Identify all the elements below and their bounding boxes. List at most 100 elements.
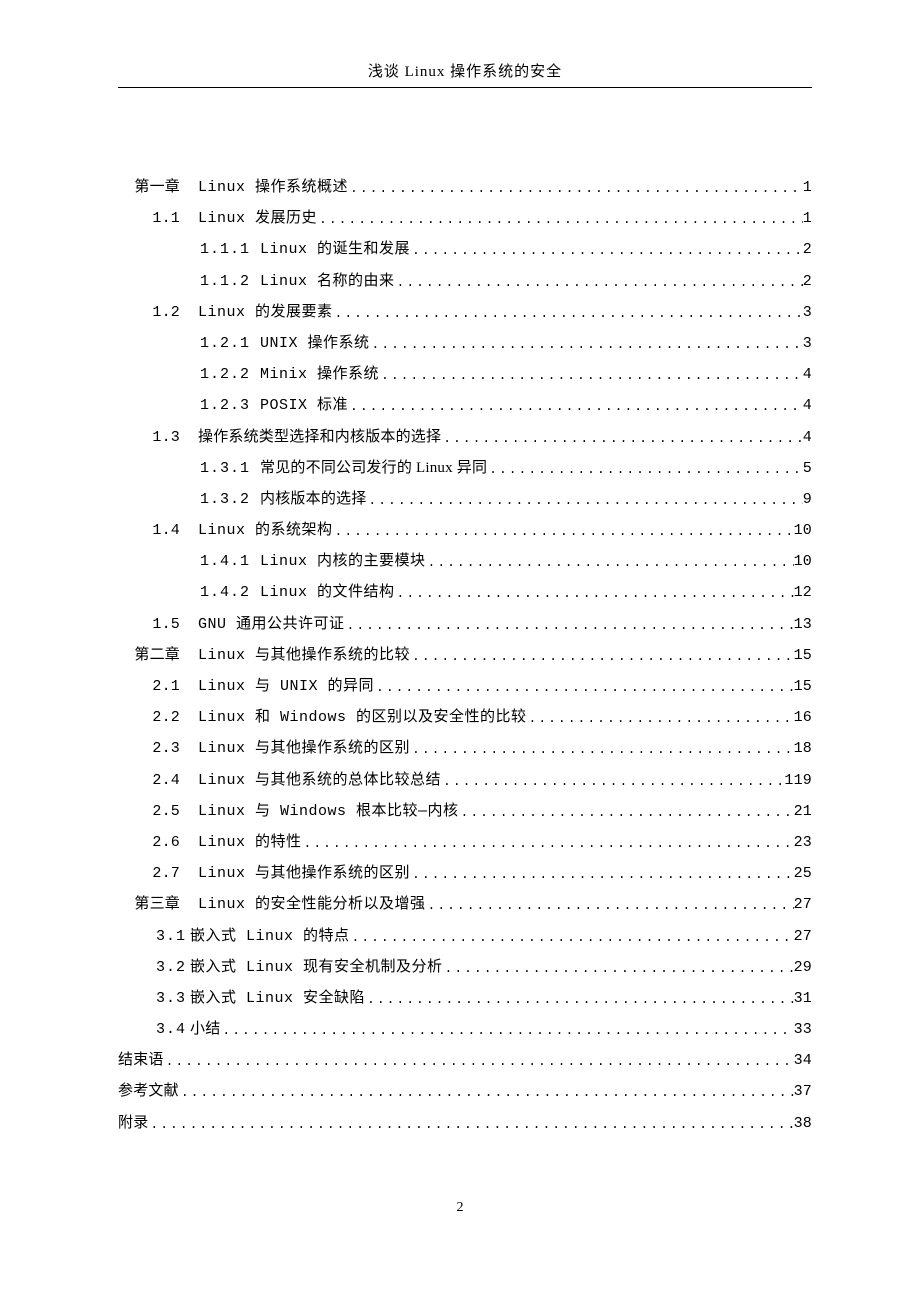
toc-leader [443, 955, 794, 982]
toc-entry-3-2: 3.2 嵌入式 Linux 现有安全机制及分析 29 [118, 952, 812, 983]
toc-number: 1.1.1 [200, 234, 250, 265]
toc-leader [374, 674, 794, 701]
toc-leader [370, 331, 803, 358]
toc-title: Linux 的文件结构 [260, 577, 395, 608]
toc-entry-1-2-2: 1.2.2 Minix 操作系统 4 [118, 359, 812, 390]
toc-leader [348, 175, 803, 202]
toc-leader [410, 861, 794, 888]
toc-title: 附录 [118, 1108, 148, 1139]
toc-entry-2-3: 2.3 Linux 与其他操作系统的区别 18 [118, 733, 812, 764]
toc-title: Linux 内核的主要模块 [260, 546, 426, 577]
toc-leader [333, 518, 794, 545]
toc-title: UNIX 操作系统 [260, 328, 370, 359]
toc-title: Linux 与 UNIX 的异同 [198, 671, 374, 702]
toc-title: 结束语 [118, 1045, 164, 1076]
toc-page: 10 [794, 546, 812, 577]
toc-title: 嵌入式 Linux 现有安全机制及分析 [190, 952, 443, 983]
toc-entry-1-1: 1.1 Linux 发展历史 1 [118, 203, 812, 234]
toc-number: 1.2 [118, 297, 180, 328]
toc-entry-1-4-2: 1.4.2 Linux 的文件结构 12 [118, 577, 812, 608]
toc-leader [345, 612, 794, 639]
toc-number: 3.2 [156, 952, 186, 983]
toc-number: 1.1.2 [200, 266, 250, 297]
toc-entry-1-4-1: 1.4.1 Linux 内核的主要模块 10 [118, 546, 812, 577]
toc-title: Linux 与其他操作系统的比较 [198, 640, 410, 671]
toc-page: 37 [794, 1076, 812, 1107]
toc-entry-1-2: 1.2 Linux 的发展要素 3 [118, 297, 812, 328]
toc-entry-ch2: 第二章 Linux 与其他操作系统的比较 15 [118, 640, 812, 671]
toc-entry-conclusion: 结束语 34 [118, 1045, 812, 1076]
toc-title: Linux 的安全性能分析以及增强 [198, 889, 426, 920]
toc-page: 1 [803, 172, 812, 203]
toc-page: 31 [794, 983, 812, 1014]
toc-number: 1.1 [118, 203, 180, 234]
toc-leader [395, 269, 803, 296]
toc-leader [441, 768, 784, 795]
toc-entry-2-5: 2.5 Linux 与 Windows 根本比较—内核 21 [118, 796, 812, 827]
toc-number: 1.2.1 [200, 328, 250, 359]
toc-title: Linux 的发展要素 [198, 297, 333, 328]
toc-title: Linux 的特性 [198, 827, 302, 858]
toc-title: Linux 名称的由来 [260, 266, 395, 297]
toc-entry-2-6: 2.6 Linux 的特性 23 [118, 827, 812, 858]
toc-page: 4 [803, 422, 812, 453]
page-number: 2 [0, 1200, 920, 1216]
toc-leader [302, 830, 794, 857]
toc-number: 3.1 [156, 921, 186, 952]
toc-leader [410, 643, 794, 670]
toc-number: 2.5 [118, 796, 180, 827]
toc-page: 2 [803, 234, 812, 265]
toc-leader [527, 705, 794, 732]
toc-leader [164, 1048, 794, 1075]
toc-number: 第二章 [118, 640, 180, 671]
toc-title: 小结 [190, 1014, 220, 1045]
toc-page: 15 [794, 640, 812, 671]
header-divider [118, 87, 812, 88]
toc-leader [179, 1079, 794, 1106]
toc-title: Linux 和 Windows 的区别以及安全性的比较 [198, 702, 527, 733]
toc-title: 常见的不同公司发行的 Linux 异同 [260, 453, 487, 484]
toc-leader [348, 393, 803, 420]
toc-leader [395, 580, 794, 607]
toc-entry-1-3-2: 1.3.2 内核版本的选择 9 [118, 484, 812, 515]
toc-entry-1-1-1: 1.1.1 Linux 的诞生和发展 2 [118, 234, 812, 265]
toc-number: 第三章 [118, 889, 180, 920]
toc-number: 2.2 [118, 702, 180, 733]
toc-entry-2-4: 2.4 Linux 与其他系统的总体比较总结 119 [118, 765, 812, 796]
toc-leader [220, 1017, 793, 1044]
toc-leader [366, 487, 802, 514]
toc-number: 2.6 [118, 827, 180, 858]
toc-title: GNU 通用公共许可证 [198, 609, 345, 640]
toc-title: POSIX 标准 [260, 390, 348, 421]
toc-entry-1-3-1: 1.3.1 常见的不同公司发行的 Linux 异同 5 [118, 453, 812, 484]
toc-page: 25 [794, 858, 812, 889]
toc-page: 10 [794, 515, 812, 546]
toc-entry-references: 参考文献 37 [118, 1076, 812, 1107]
toc-entry-2-1: 2.1 Linux 与 UNIX 的异同 15 [118, 671, 812, 702]
toc-page: 34 [794, 1045, 812, 1076]
toc-entry-ch3: 第三章 Linux 的安全性能分析以及增强 27 [118, 889, 812, 920]
toc-entry-1-1-2: 1.1.2 Linux 名称的由来 2 [118, 266, 812, 297]
toc-title: Linux 的系统架构 [198, 515, 333, 546]
toc-number: 1.4.1 [200, 546, 250, 577]
toc-leader [365, 986, 794, 1013]
toc-number: 2.7 [118, 858, 180, 889]
toc-page: 27 [794, 889, 812, 920]
toc-leader [487, 456, 803, 483]
toc-page: 23 [794, 827, 812, 858]
toc-entry-2-2: 2.2 Linux 和 Windows 的区别以及安全性的比较 16 [118, 702, 812, 733]
toc-title: Linux 与其他操作系统的区别 [198, 858, 410, 889]
toc-number: 2.4 [118, 765, 180, 796]
toc-page: 3 [803, 328, 812, 359]
toc-page: 18 [794, 733, 812, 764]
toc-number: 1.3 [118, 422, 180, 453]
toc-page: 27 [794, 921, 812, 952]
toc-number: 1.3.2 [200, 484, 250, 515]
toc-title: Linux 与 Windows 根本比较—内核 [198, 796, 459, 827]
toc-leader [333, 300, 803, 327]
toc-page: 4 [803, 359, 812, 390]
toc-entry-1-3: 1.3 操作系统类型选择和内核版本的选择 4 [118, 422, 812, 453]
toc-page: 21 [794, 796, 812, 827]
toc-title: Linux 操作系统概述 [198, 172, 348, 203]
toc-leader [459, 799, 794, 826]
